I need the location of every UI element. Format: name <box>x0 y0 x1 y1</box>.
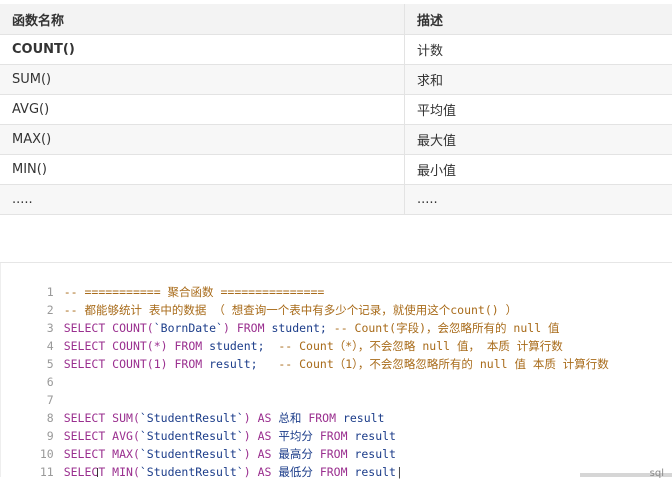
table-row: COUNT() 计数 <box>0 35 672 65</box>
keyword-select: SELECT <box>64 465 112 479</box>
code-line: 5SELECT COUNT(1) FROM result; -- Count（1… <box>0 337 672 355</box>
description-cell: 计数 <box>405 35 672 65</box>
identifier-token: `StudentResult` <box>140 465 244 479</box>
punct-token: ) <box>244 465 258 479</box>
code-line: 10SELECT MAX(`StudentResult`) AS 最高分 FRO… <box>0 427 672 445</box>
code-line: 6 <box>0 355 672 373</box>
table-row: MIN() 最小值 <box>0 155 672 185</box>
text-caret: | <box>396 465 403 479</box>
table-row: MAX() 最大值 <box>0 125 672 155</box>
function-name-cell: MAX() <box>0 125 405 155</box>
line-number: 11 <box>28 463 54 481</box>
mouse-text-cursor-icon <box>97 468 98 477</box>
description-cell: 最大值 <box>405 125 672 155</box>
keyword-as: AS <box>258 465 279 479</box>
aggregate-functions-table: 函数名称 描述 COUNT() 计数 SUM() 求和 AVG() 平均值 MA… <box>0 4 672 215</box>
description-cell: 最小值 <box>405 155 672 185</box>
code-line: 2-- 都能够统计 表中的数据 （ 想查询一个表中有多少个记录，就使用这个cou… <box>0 283 672 301</box>
alias-token: 最低分 <box>278 465 319 479</box>
description-cell: 求和 <box>405 65 672 95</box>
function-name-cell: ..... <box>0 185 405 215</box>
table-header-row: 函数名称 描述 <box>0 4 672 35</box>
function-name-cell: SUM() <box>0 65 405 95</box>
header-function-name: 函数名称 <box>0 4 405 35</box>
code-line: 11SELECT MIN(`StudentResult`) AS 最低分 FRO… <box>0 445 672 463</box>
code-line: 4SELECT COUNT(*) FROM student; -- Count（… <box>0 319 672 337</box>
function-name-cell: COUNT() <box>0 35 405 65</box>
language-tag: sql <box>650 468 664 479</box>
code-line: 3SELECT COUNT(`BornDate`) FROM student; … <box>0 301 672 319</box>
table-row: SUM() 求和 <box>0 65 672 95</box>
function-name-cell: AVG() <box>0 95 405 125</box>
code-line: 9SELECT AVG(`StudentResult`) AS 平均分 FROM… <box>0 409 672 427</box>
code-block[interactable]: 1-- =========== 聚合函数 =============== 2--… <box>0 262 672 477</box>
description-cell: ..... <box>405 185 672 215</box>
function-token: MIN( <box>112 465 140 479</box>
keyword-from: FROM <box>320 465 355 479</box>
code-line: 8SELECT SUM(`StudentResult`) AS 总和 FROM … <box>0 391 672 409</box>
table-row: ..... ..... <box>0 185 672 215</box>
description-cell: 平均值 <box>405 95 672 125</box>
code-line: 7 <box>0 373 672 391</box>
header-description: 描述 <box>405 4 672 35</box>
table-token: result <box>354 465 396 479</box>
function-name-cell: MIN() <box>0 155 405 185</box>
code-line: 1-- =========== 聚合函数 =============== <box>0 265 672 283</box>
table-row: AVG() 平均值 <box>0 95 672 125</box>
